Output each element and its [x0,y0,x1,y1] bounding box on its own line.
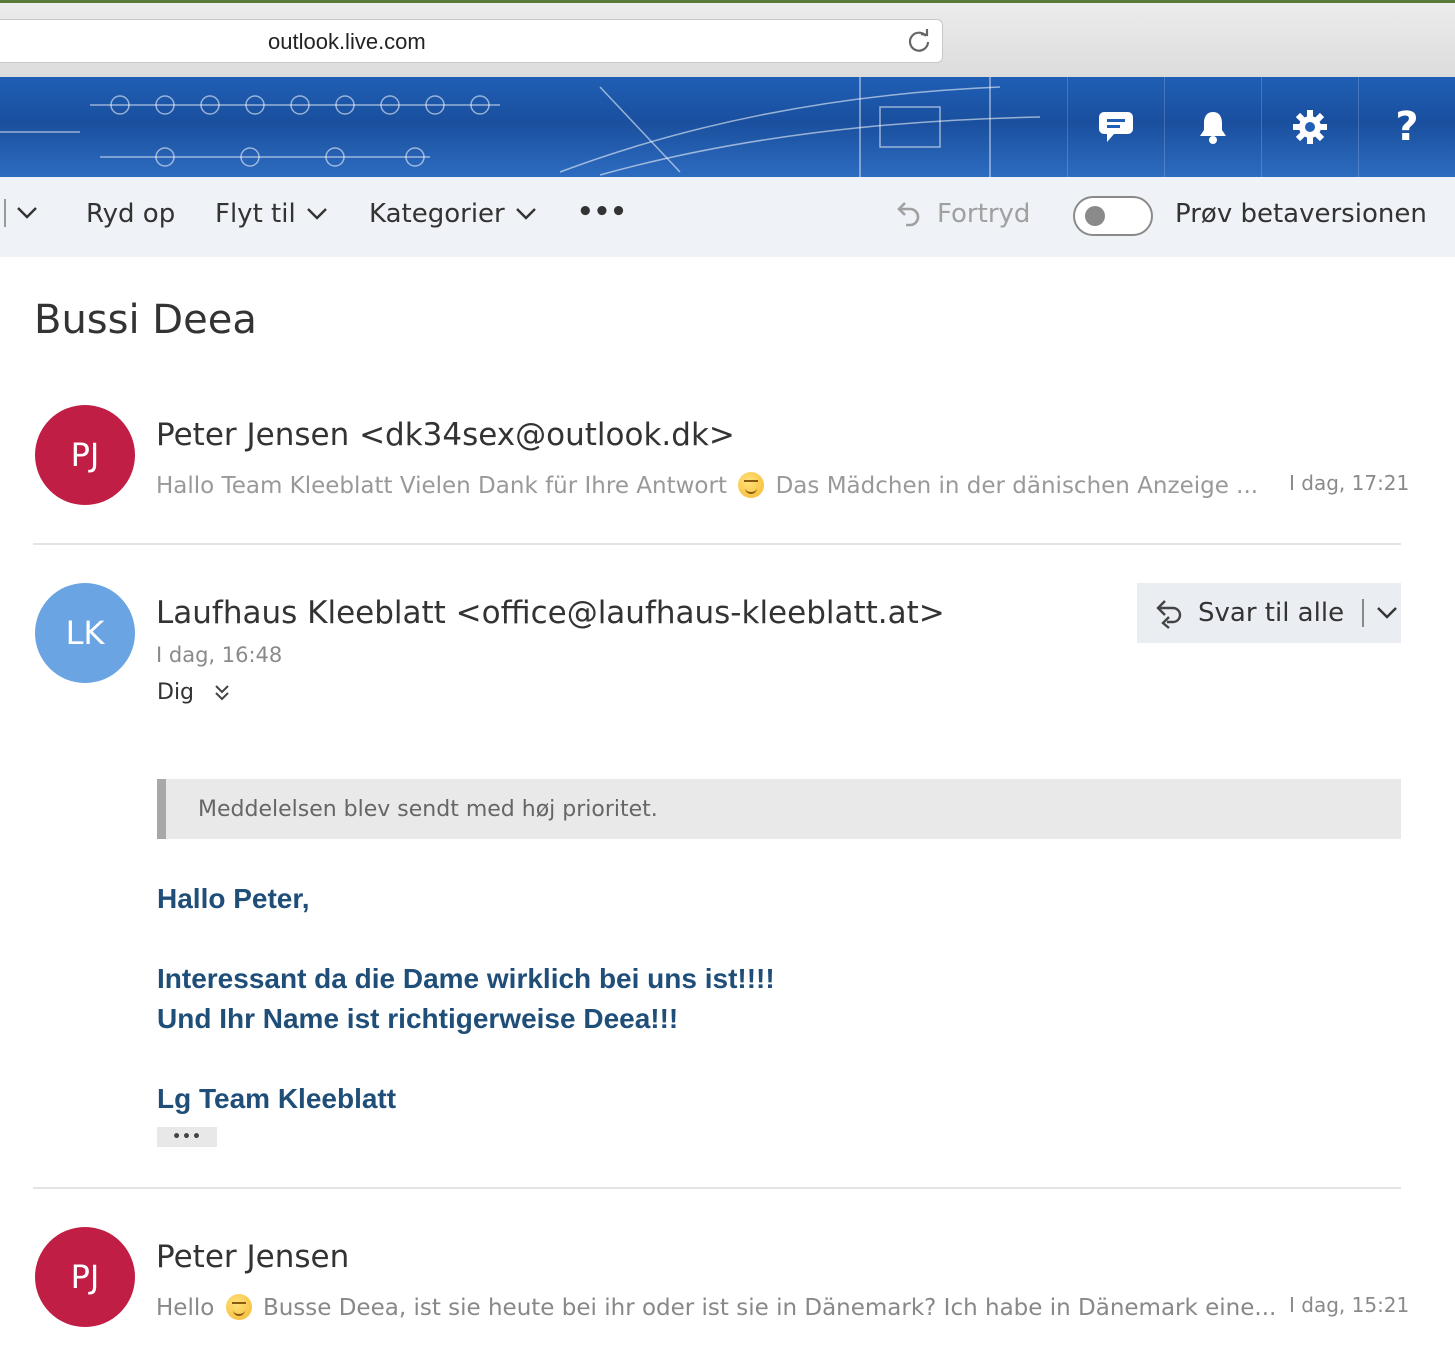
settings-button[interactable] [1261,77,1358,177]
recipients[interactable]: Dig [157,680,230,705]
avatar-initials: PJ [70,436,100,474]
help-icon: ? [1395,104,1419,150]
reply-all-label: Svar til alle [1198,598,1345,628]
message-divider [33,543,1401,545]
avatar: PJ [35,405,135,505]
avatar-initials: PJ [70,1258,100,1296]
beta-label-text: Prøv betaversionen [1175,199,1427,229]
header-banner: ? [0,77,1455,177]
preview-text: Hallo Team Kleeblatt Vielen Dank für Ihr… [156,473,727,499]
reload-icon[interactable] [906,28,932,54]
reply-all-icon [1156,600,1182,629]
more-actions-button[interactable]: ••• [577,197,627,227]
sender-name[interactable]: Laufhaus Kleeblatt <office@laufhaus-klee… [156,595,945,631]
chevron-down-icon [515,208,536,220]
beta-toggle[interactable] [1073,196,1153,236]
beta-label: Prøv betaversionen [1175,199,1427,229]
undo-label: Fortryd [937,199,1031,229]
message-divider [33,1187,1401,1189]
conversation-subject: Bussi Deea [34,297,257,343]
undo-button[interactable]: Fortryd [894,199,1030,229]
help-button[interactable]: ? [1358,77,1455,177]
toggle-knob [1085,206,1105,226]
message-time: I dag, 15:21 [1289,1293,1410,1317]
avatar: LK [35,583,135,683]
body-line-2: Und Ihr Name ist richtigerweise Deea!!! [157,1003,679,1034]
command-toolbar: Ryd op Flyt til Kategorier ••• Fortryd P… [0,177,1455,257]
bell-icon [1200,112,1226,144]
categories-button[interactable]: Kategorier [369,199,537,229]
undo-icon [897,202,920,227]
split-divider [1362,599,1365,627]
reply-all-button[interactable]: Svar til alle [1137,583,1401,643]
blueprint-pattern [0,77,1041,177]
preview-text-cont: Das Mädchen in der dänischen Anzeige ... [775,473,1259,499]
message-time: I dag, 17:21 [1289,471,1410,495]
sweep-label: Ryd op [86,199,176,229]
recipient-label: Dig [157,680,195,705]
gear-icon [1293,110,1327,144]
reply-dropdown[interactable] [4,199,38,227]
more-actions-label: ••• [577,197,627,227]
categories-label: Kategorier [369,199,505,229]
avatar: PJ [35,1227,135,1327]
message-time: I dag, 16:48 [156,643,283,667]
smiley-emoji-icon [225,1294,252,1320]
smiley-emoji-icon [738,472,765,498]
high-priority-notice: Meddelelsen blev sendt med høj prioritet… [157,779,1401,839]
move-to-button[interactable]: Flyt til [215,199,328,229]
chevron-down-icon [17,207,37,219]
chevron-down-icon [306,208,327,220]
show-more-label: ••• [172,1129,202,1145]
browser-toolbar: outlook.live.com [0,0,1455,77]
move-to-label: Flyt til [215,199,296,229]
address-bar[interactable]: outlook.live.com [0,19,943,63]
chevron-down-icon[interactable] [1376,606,1398,620]
sweep-button[interactable]: Ryd op [86,199,175,229]
url-text: outlook.live.com [268,29,426,54]
message-preview: Hallo Team Kleeblatt Vielen Dank für Ihr… [156,472,1258,499]
chat-icon [1099,112,1133,142]
priority-text: Meddelelsen blev sendt med høj prioritet… [198,797,658,822]
chat-button[interactable] [1067,77,1164,177]
body-line-1: Interessant da die Dame wirklich bei uns… [157,963,775,994]
notifications-button[interactable] [1164,77,1261,177]
avatar-initials: LK [65,614,105,652]
show-more-button[interactable]: ••• [157,1127,217,1147]
sender-name: Peter Jensen [156,1239,350,1275]
message-preview: Hello Busse Deea, ist sie heute bei ihr … [156,1294,1276,1321]
body-greeting: Hallo Peter, [157,883,310,914]
preview-text: Hello [156,1295,215,1321]
header-actions: ? [1067,77,1455,177]
expand-recipients-icon [215,684,229,700]
preview-text-cont: Busse Deea, ist sie heute bei ihr oder i… [262,1295,1277,1321]
body-signature: Lg Team Kleeblatt [157,1083,397,1114]
sender-name: Peter Jensen <dk34sex@outlook.dk> [156,417,735,453]
